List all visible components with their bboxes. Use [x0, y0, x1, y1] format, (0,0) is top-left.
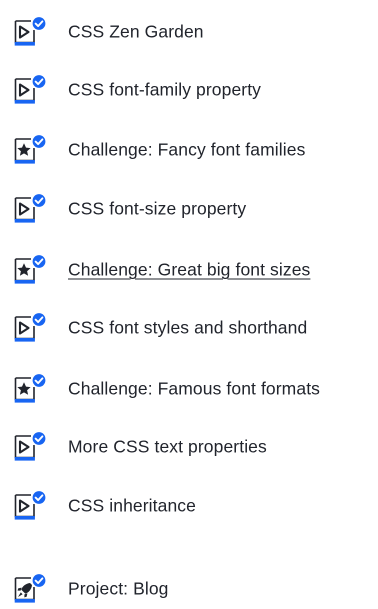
lesson-list: CSS Zen Garden CSS font-family property …	[0, 0, 378, 603]
lesson-item[interactable]: CSS font-size property	[0, 189, 378, 229]
lesson-item[interactable]: Project: Blog	[0, 569, 378, 609]
completed-check-icon	[31, 74, 47, 90]
video-play-icon	[11, 74, 47, 106]
completed-check-icon	[31, 490, 47, 506]
lesson-item[interactable]: CSS font styles and shorthand	[0, 308, 378, 348]
challenge-star-icon	[11, 134, 47, 166]
completed-check-icon	[31, 312, 47, 328]
lesson-label[interactable]: CSS Zen Garden	[68, 22, 204, 43]
video-play-icon	[11, 431, 47, 463]
lesson-label[interactable]: CSS font-family property	[68, 80, 261, 101]
video-play-icon	[11, 16, 47, 48]
lesson-label[interactable]: Challenge: Famous font formats	[68, 379, 320, 400]
lesson-label[interactable]: CSS font-size property	[68, 199, 246, 220]
video-play-icon	[11, 490, 47, 522]
completed-check-icon	[31, 193, 47, 209]
completed-check-icon	[31, 16, 47, 32]
lesson-item[interactable]: More CSS text properties	[0, 427, 378, 467]
lesson-label[interactable]: CSS inheritance	[68, 496, 196, 517]
lesson-item[interactable]: CSS font-family property	[0, 70, 378, 110]
completed-check-icon	[31, 134, 47, 150]
challenge-star-icon	[11, 373, 47, 405]
lesson-label[interactable]: Project: Blog	[68, 579, 169, 600]
lesson-label[interactable]: CSS font styles and shorthand	[68, 318, 307, 339]
video-play-icon	[11, 193, 47, 225]
completed-check-icon	[31, 573, 47, 589]
lesson-label[interactable]: More CSS text properties	[68, 437, 267, 458]
lesson-item[interactable]: Challenge: Great big font sizes	[0, 250, 378, 290]
completed-check-icon	[31, 254, 47, 270]
challenge-star-icon	[11, 254, 47, 286]
completed-check-icon	[31, 431, 47, 447]
lesson-item[interactable]: CSS Zen Garden	[0, 12, 378, 52]
project-rocket-icon	[11, 573, 47, 605]
lesson-item[interactable]: CSS inheritance	[0, 486, 378, 526]
lesson-label[interactable]: Challenge: Great big font sizes	[68, 260, 310, 281]
lesson-item[interactable]: Challenge: Famous font formats	[0, 369, 378, 409]
completed-check-icon	[31, 373, 47, 389]
video-play-icon	[11, 312, 47, 344]
lesson-item[interactable]: Challenge: Fancy font families	[0, 130, 378, 170]
lesson-label[interactable]: Challenge: Fancy font families	[68, 140, 305, 161]
